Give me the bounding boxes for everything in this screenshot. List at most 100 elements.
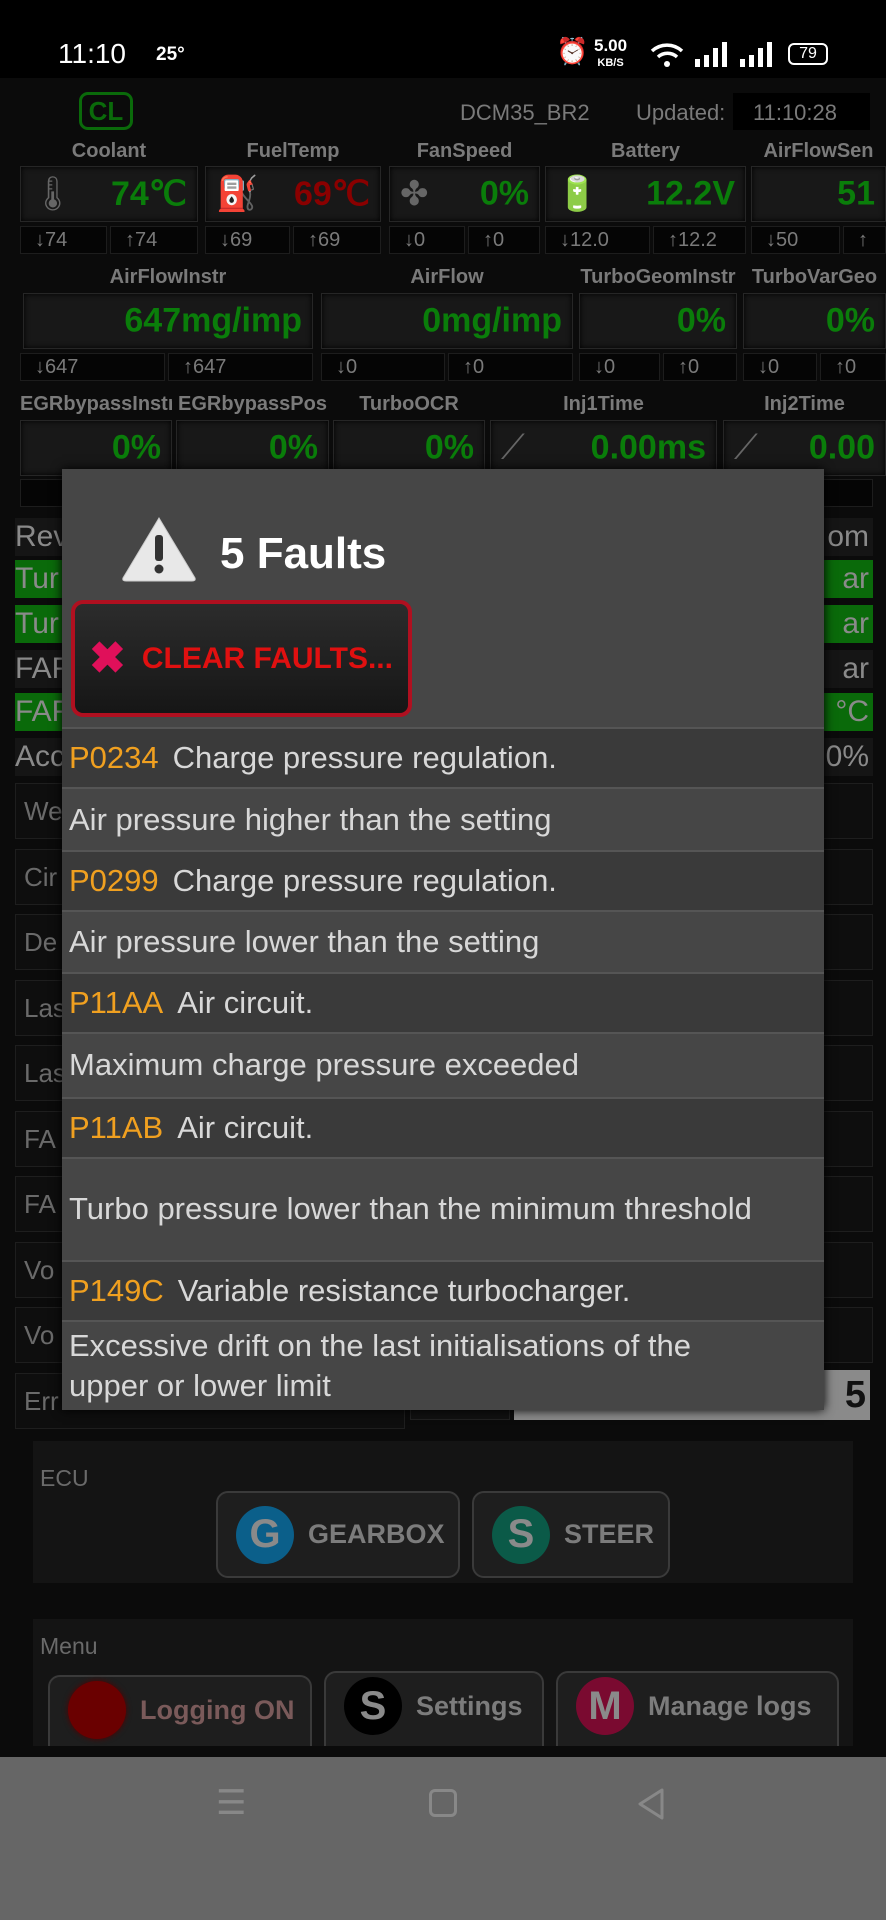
settings-button[interactable]: S Settings [324,1671,544,1746]
back-icon[interactable] [636,1787,666,1821]
fan-icon: ✤ [400,175,429,213]
gauge-max: ↑0 [468,226,540,254]
signal-icon [695,42,727,67]
ecu-label: ECU [40,1465,89,1491]
gauge-label: EGRbypassInstr [20,393,172,415]
gauge-value: 0% [479,174,529,213]
parameter-value: ar [842,652,869,685]
fault-description-row[interactable]: Turbo pressure lower than the minimum th… [62,1157,824,1258]
gauge-label: AirFlowSen [763,140,874,162]
clear-faults-button[interactable]: ✖ CLEAR FAULTS... [71,600,412,717]
menu-panel: Menu Logging ON S Settings M Manage logs [33,1619,853,1746]
gauge-max: ↑0 [820,353,886,381]
menu-label: Menu [40,1633,98,1659]
gauge-max: ↑647 [168,353,313,381]
parameter-name: Tur [15,607,59,640]
updated-label: Updated: [636,100,726,125]
gauge-min: ↓12.0 [545,226,650,254]
gauge-value: 51 [837,174,875,213]
fault-description-row[interactable]: Air pressure lower than the setting [62,910,824,972]
fault-code-row[interactable]: P0299 Charge pressure regulation. [62,850,824,910]
parameter-name: Rev [15,520,69,553]
gauge-value: 69℃ [293,175,370,213]
gearbox-letter-icon: G [236,1505,294,1564]
injector-icon: ⟋ [734,428,758,467]
navigation-bar: ☰ [0,1757,886,1920]
gauge-min: ↓0 [321,353,445,381]
parameter-name: Tur [15,562,59,595]
injector-icon: ⟋ [501,428,525,467]
gauge-label: Battery [611,140,680,162]
gauge-min: ↓50 [751,226,840,254]
dialog-title: 5 Faults [220,529,387,578]
net-speed-unit: KB/S [597,57,624,69]
gearbox-button[interactable]: G GEARBOX [216,1491,460,1578]
fault-code-row[interactable]: P11AB Air circuit. [62,1097,824,1157]
gauge-max: ↑69 [293,226,381,254]
fault-code-row[interactable]: P149C Variable resistance turbocharger. [62,1260,824,1320]
parameter-value: om [827,520,869,553]
wifi-icon [650,43,684,67]
settings-label: Settings [416,1690,523,1721]
logging-status-icon [68,1681,126,1739]
manage-logs-button[interactable]: M Manage logs [556,1671,839,1746]
gauge-min: ↓0 [389,226,465,254]
fault-description-row[interactable]: Excessive drift on the last initialisati… [62,1320,824,1410]
clock: 11:10 [58,38,126,69]
gauge-tile[interactable]: 0% [743,293,886,349]
fault-description-row[interactable]: Maximum charge pressure exceeded [62,1032,824,1095]
gauge-tile[interactable]: 51 [751,166,886,222]
gauge-tile[interactable]: 0mg/imp [321,293,573,349]
gauge-tile[interactable]: 647mg/imp [23,293,313,349]
battery-level: 79 [799,45,817,62]
updated-time: 11:10:28 [733,93,870,130]
gauge-tile[interactable]: 0% [176,420,329,476]
gauge-value: 0mg/imp [422,301,562,340]
home-icon[interactable] [429,1789,457,1817]
gauge-tile[interactable]: ⟋ 0.00 [723,420,886,476]
manage-logs-label: Manage logs [648,1690,812,1721]
logging-button[interactable]: Logging ON [48,1675,312,1746]
fault-code: P0234 [69,740,159,775]
gauge-value: 0.00ms [590,428,706,467]
fault-description-row[interactable]: Air pressure higher than the setting [62,787,824,850]
gauge-tile[interactable]: 🔋 12.2V [545,166,746,222]
gauge-value: 0.00 [808,428,875,467]
fuel-pump-icon: ⛽ [216,175,259,213]
gauge-value: 0% [111,428,161,467]
recent-apps-icon[interactable]: ☰ [216,1783,246,1823]
fault-description: Excessive drift on the last initialisati… [69,1328,692,1403]
warning-icon [122,517,196,582]
gauge-label: TurboOCR [359,393,459,415]
fault-code-row[interactable]: P11AA Air circuit. [62,972,824,1032]
fault-title: Charge pressure regulation. [172,740,557,775]
gauge-tile[interactable]: ⟋ 0.00ms [490,420,717,476]
battery-icon: 79 [788,43,828,65]
steer-button[interactable]: S STEER [472,1491,670,1578]
steer-letter-icon: S [492,1505,550,1564]
fault-code-row[interactable]: P0234 Charge pressure regulation. [62,727,824,787]
gauge-tile[interactable]: 0% [579,293,737,349]
gauge-tile[interactable]: 0% [333,420,485,476]
status-bar: 11:10 25° ⏰ 5.00 KB/S 79 [0,0,886,78]
gauge-value: 12.2V [646,174,735,213]
gauge-label: AirFlowInstr [109,266,227,288]
cl-badge[interactable]: CL [79,92,133,130]
gauge-value: 0% [825,301,875,340]
gauge-tile[interactable]: 🌡 74℃ [20,166,198,222]
gauge-tile[interactable]: ✤ 0% [389,166,540,222]
gauge-label: TurboGeomInstr [580,266,736,288]
battery-icon: 🔋 [556,175,599,213]
fault-description: Air pressure higher than the setting [69,801,552,837]
gauge-min: ↓0 [743,353,817,381]
net-speed: 5.00 KB/S [594,37,627,71]
gauge-tile[interactable]: 0% [20,420,172,476]
gauge-label: Inj1Time [563,393,644,415]
parameter-value: 0% [825,740,869,773]
gauge-max: ↑0 [448,353,573,381]
gauge-tile[interactable]: ⛽ 69℃ [205,166,381,222]
gauge-value: 74℃ [110,175,187,213]
gauge-label: AirFlow [410,266,484,288]
ecu-panel: ECU G GEARBOX S STEER [33,1441,853,1583]
parameter-value: ar [842,562,869,595]
